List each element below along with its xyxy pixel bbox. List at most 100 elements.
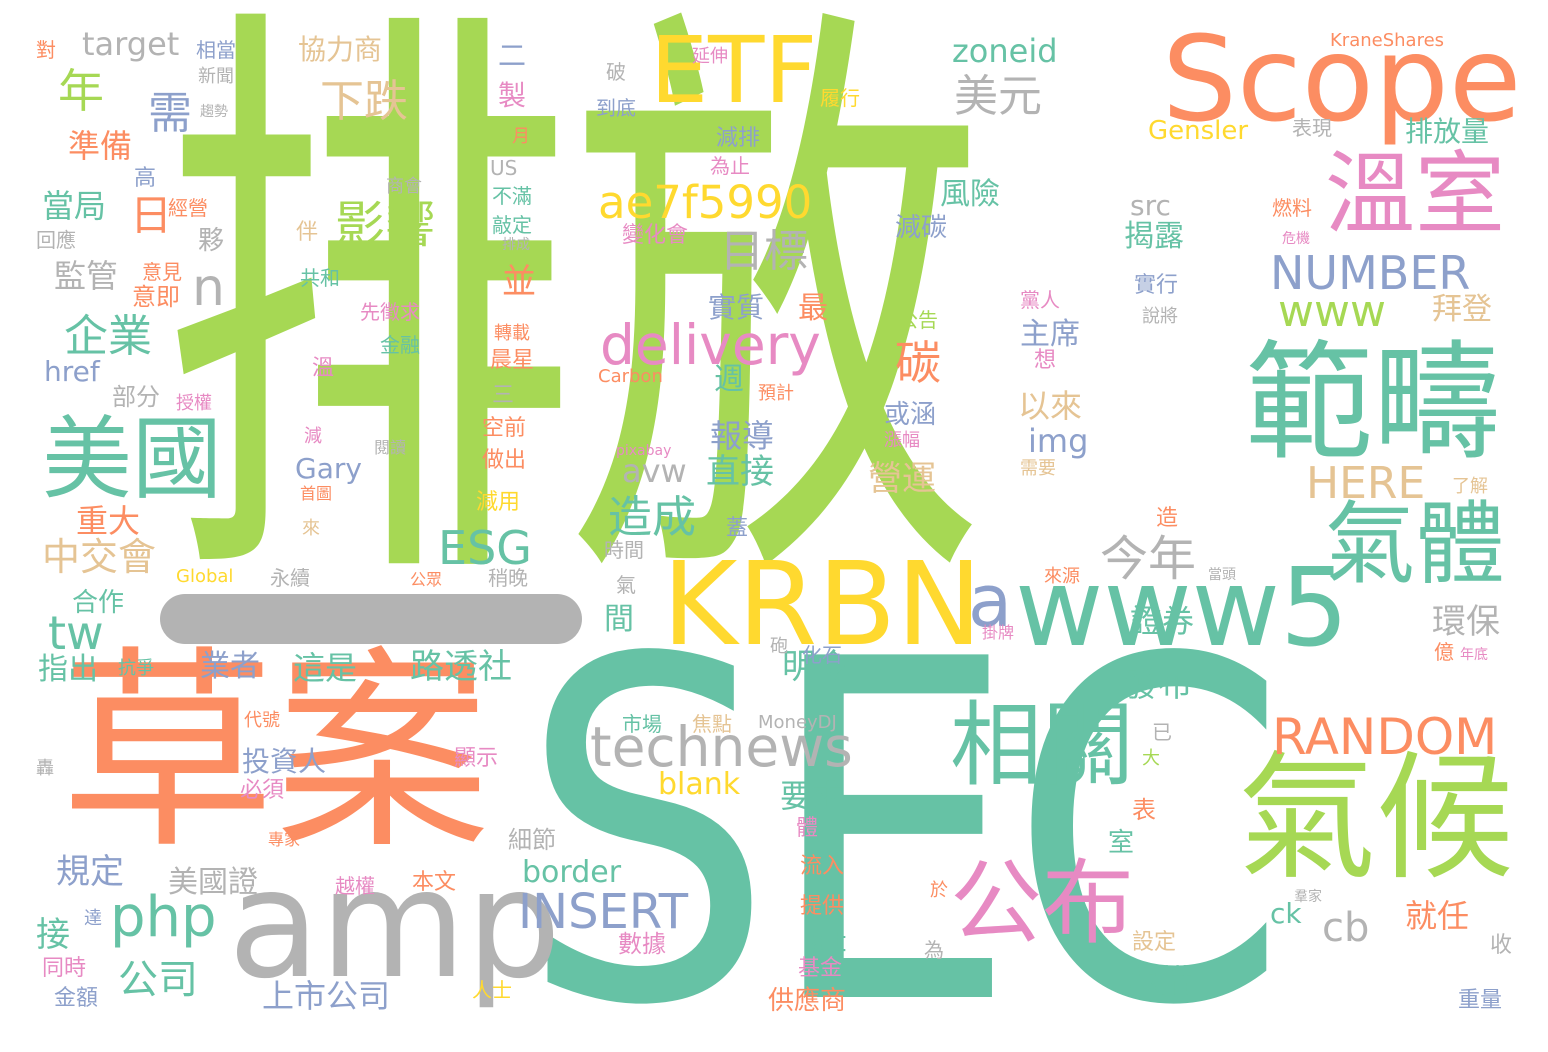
word-jian: 間 [604, 602, 634, 637]
word-ti: 體 [796, 816, 819, 841]
word-shoutu: 首圖 [300, 484, 333, 503]
word-xianshi: 顯示 [454, 746, 499, 771]
word-meiyuan: 美元 [954, 71, 1042, 122]
word-gensler: Gensler [1148, 116, 1249, 146]
word-global: Global [176, 566, 234, 587]
word-daihao: 代號 [244, 710, 280, 731]
word-shuju: 數據 [618, 930, 666, 958]
word-sheding: 設定 [1132, 930, 1177, 955]
word-href: href [44, 355, 100, 388]
word-zhuanjia: 專家 [268, 830, 301, 849]
word-target: target [82, 25, 180, 63]
word-yu: 於 [930, 880, 948, 901]
word-jiantan: 減碳 [895, 213, 948, 243]
word-gongying: 供應商 [768, 986, 847, 1016]
word-kongqian: 空前 [482, 416, 527, 441]
word-yingxiang: 影響 [335, 196, 435, 254]
word-huozhang: 或涵 [884, 400, 937, 430]
word-nian: 年 [58, 64, 104, 118]
word-shanghui: 商會 [386, 176, 422, 197]
word-hezuo: 合作 [72, 588, 125, 618]
word-tongshi: 同時 [42, 956, 87, 981]
word-src: src [1130, 189, 1171, 222]
word-shaowan: 稍晚 [488, 566, 528, 590]
word-meiguo: 美國 [42, 407, 222, 512]
word-n: n [192, 258, 225, 318]
word-zheshi: 這是 [293, 649, 358, 687]
word-dui: 對 [36, 38, 56, 62]
word-gary: Gary [295, 452, 362, 485]
word-yanshen: 延伸 [692, 46, 728, 67]
word-huiying: 回應 [36, 228, 76, 252]
word-kraneshares: KraneShares [1330, 30, 1445, 51]
word-pao: 砲 [770, 636, 788, 657]
word-meiguozheng: 美國證 [168, 865, 258, 900]
word-jiuren: 就任 [1405, 897, 1470, 935]
word-border: border [522, 855, 622, 890]
word-liuru: 流入 [800, 854, 845, 879]
word-da2: 達 [84, 908, 102, 929]
word-zao: 造 [1156, 506, 1179, 531]
word-gai: 蓋 [726, 516, 749, 541]
word-here: HERE [1306, 458, 1426, 509]
word-san: 三 [492, 383, 515, 408]
word-huashi: 化石 [802, 643, 842, 667]
word-jianguan: 監管 [54, 257, 119, 295]
word-huo: 夥 [198, 226, 225, 256]
word-huanbao: 環保 [1432, 602, 1500, 642]
word-jie: 接 [36, 915, 70, 955]
word-yingyun: 營運 [868, 459, 936, 499]
word-jiany: 減用 [476, 490, 521, 515]
word-dangtou: 當頭 [1208, 567, 1236, 583]
word-yongxu: 永續 [270, 566, 310, 590]
word-weiji: 危機 [1282, 231, 1310, 247]
word-cb: cb [1322, 905, 1370, 951]
word-zhuanzai: 轉載 [494, 323, 530, 344]
word-yijian: 意見 [142, 260, 182, 284]
word-kangzheng: 抗爭 [118, 658, 154, 679]
word-zhengquan: 證券 [1130, 602, 1195, 640]
word-paicheng: 排成 [502, 237, 530, 253]
word-yilai: 以來 [1018, 387, 1083, 425]
word-weizhi: 為止 [710, 154, 750, 178]
word-shichang: 市場 [622, 712, 662, 736]
word-insert: INSERT [518, 884, 689, 940]
word-zhuxi: 主席 [1020, 317, 1080, 352]
word-avw: avw [622, 452, 687, 490]
word-laiyuan: 來源 [1044, 566, 1080, 587]
word-zhou: 週 [714, 362, 744, 397]
word-benwen: 本文 [412, 870, 457, 895]
word-yuedu: 閱讀 [374, 438, 407, 457]
word-xuanjia: 羣家 [1294, 889, 1322, 905]
word-pixabay: pixabay [616, 443, 672, 459]
word-shouquan: 授權 [176, 393, 212, 414]
word-random: RANDOM [1272, 708, 1498, 766]
word-moneydj: MoneyDJ [758, 712, 837, 733]
word-lutou: 路透社 [410, 647, 512, 687]
word-xu: 需 [148, 88, 192, 139]
word-hong: 轟 [36, 758, 54, 779]
word-xiang: 想 [1034, 348, 1057, 373]
word-qiye: 企業 [64, 311, 152, 362]
word-wen: 溫 [312, 356, 335, 381]
word-lai: 來 [302, 518, 320, 539]
word-jijin: 基金 [798, 956, 843, 981]
word-xiadie: 下跌 [320, 76, 408, 127]
word-yaoqiu: 要求 [780, 777, 845, 815]
word-gongzhong: 公眾 [410, 570, 443, 589]
word-zhongjiaohui: 中交會 [42, 535, 157, 579]
word-yi: 億 [1434, 640, 1454, 664]
word-baideng: 拜登 [1432, 292, 1492, 327]
word-ranliao: 燃料 [1272, 196, 1312, 220]
word-biaoxian: 表現 [1292, 116, 1332, 140]
word-lvxing: 履行 [820, 86, 860, 110]
word-jiaodian: 焦點 [692, 712, 732, 736]
word-zhongliang: 重量 [1458, 988, 1503, 1013]
word-bufen: 部分 [112, 383, 160, 411]
word-fengxian: 風險 [940, 177, 1000, 212]
word-carbon: Carbon [598, 366, 663, 387]
word-dangren: 黨人 [1020, 288, 1060, 312]
word-xianzheng: 先徵求 [360, 300, 420, 324]
word-alt: alt [810, 925, 846, 958]
word-zhunbei: 準備 [68, 127, 133, 165]
